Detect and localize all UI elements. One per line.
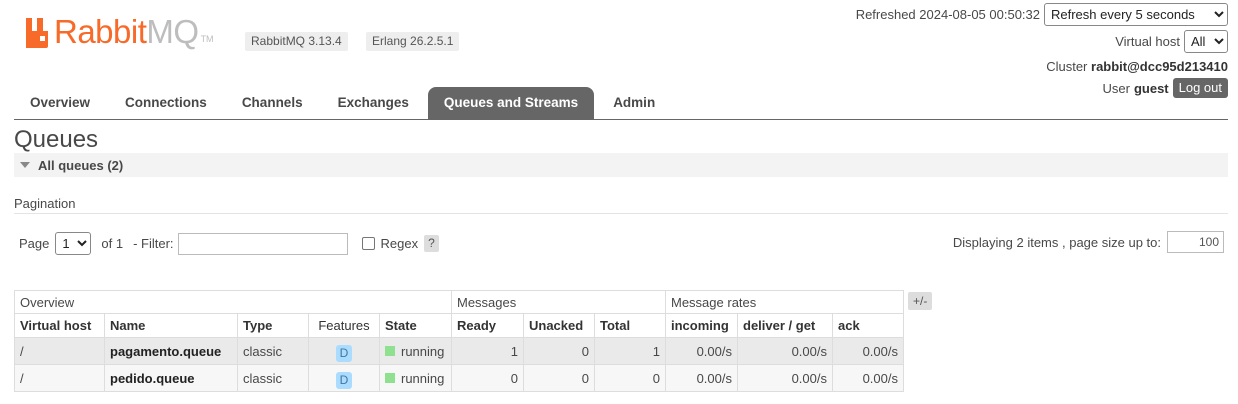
- rabbitmq-logo-icon: [26, 18, 52, 48]
- pagination-divider: [14, 213, 1228, 214]
- erlang-version-badge: Erlang 26.2.5.1: [366, 32, 460, 51]
- durable-feature-badge: D: [335, 371, 353, 389]
- cluster-name: rabbit@dcc95d213410: [1091, 59, 1228, 74]
- cell-ack: 0.00/s: [832, 364, 904, 392]
- group-header-overview: Overview: [14, 290, 452, 314]
- group-header-messages: Messages: [451, 290, 666, 314]
- durable-feature-badge: D: [335, 344, 353, 362]
- regex-label: Regex: [380, 236, 419, 251]
- main-nav-tabs: Overview Connections Channels Exchanges …: [14, 87, 674, 119]
- group-header-message-rates: Message rates: [665, 290, 904, 314]
- user-name: guest: [1133, 80, 1169, 96]
- queue-name-link[interactable]: pedido.queue: [104, 364, 238, 392]
- table-row: / pedido.queue classic D running 0 0 0 0…: [14, 364, 904, 392]
- col-virtual-host[interactable]: Virtual host: [14, 313, 105, 338]
- col-deliver-get[interactable]: deliver / get: [737, 313, 833, 338]
- cell-features: D: [308, 364, 380, 392]
- state-label: running: [401, 343, 445, 359]
- cell-ack: 0.00/s: [832, 337, 904, 365]
- toggle-columns-button[interactable]: +/-: [908, 292, 933, 310]
- logo-trademark: TM: [200, 34, 214, 44]
- page-size-controls: Displaying 2 items , page size up to: 10…: [953, 231, 1224, 253]
- col-ack[interactable]: ack: [832, 313, 904, 338]
- pagination-heading: Pagination: [14, 196, 76, 211]
- page-label: Page: [19, 236, 50, 251]
- page-count-label: of 1: [101, 236, 124, 251]
- queue-name-link[interactable]: pagamento.queue: [104, 337, 238, 365]
- filter-input[interactable]: [177, 232, 348, 255]
- col-features[interactable]: Features: [308, 313, 380, 338]
- filter-label: - Filter:: [133, 236, 174, 251]
- cluster-label: Cluster: [1046, 59, 1088, 74]
- user-label: User: [1102, 80, 1130, 96]
- cell-ready: 0: [451, 364, 524, 392]
- all-queues-section-toggle[interactable]: All queues (2): [14, 153, 1228, 177]
- tab-queues-and-streams[interactable]: Queues and Streams: [427, 87, 595, 119]
- tab-overview[interactable]: Overview: [14, 87, 106, 119]
- cell-features: D: [308, 337, 380, 365]
- user-info: User guest Log out: [1102, 78, 1228, 98]
- cell-incoming: 0.00/s: [665, 364, 738, 392]
- page-title: Queues: [14, 126, 99, 153]
- tab-admin[interactable]: Admin: [597, 87, 671, 119]
- virtual-host-selector: Virtual host All: [1115, 30, 1228, 53]
- page-select[interactable]: 1: [55, 232, 92, 255]
- table-row: / pagamento.queue classic D running 1 0 …: [14, 337, 904, 365]
- col-total[interactable]: Total: [594, 313, 666, 338]
- cell-deliver-get: 0.00/s: [737, 337, 833, 365]
- state-label: running: [401, 370, 445, 386]
- tab-connections[interactable]: Connections: [109, 87, 223, 119]
- running-status-icon: [385, 373, 395, 383]
- cell-type: classic: [237, 337, 309, 365]
- cell-ready: 1: [451, 337, 524, 365]
- refreshed-timestamp: Refreshed 2024-08-05 00:50:32: [855, 7, 1040, 22]
- rabbitmq-logo[interactable]: RabbitMQ TM: [26, 14, 214, 48]
- displaying-label: Displaying 2 items , page size up to:: [952, 234, 1161, 250]
- logo-wordmark: RabbitMQ: [54, 13, 199, 50]
- col-unacked[interactable]: Unacked: [523, 313, 595, 338]
- page-size-input[interactable]: 100: [1167, 231, 1224, 253]
- regex-help-button[interactable]: ?: [424, 235, 439, 252]
- cell-type: classic: [237, 364, 309, 392]
- cell-unacked: 0: [523, 364, 595, 392]
- tab-divider: [14, 119, 1228, 120]
- refresh-controls: Refreshed 2024-08-05 00:50:32 Refresh ev…: [856, 3, 1228, 26]
- cell-vhost: /: [14, 364, 105, 392]
- cell-state: running: [379, 364, 452, 392]
- cluster-info: Cluster rabbit@dcc95d213410: [1046, 59, 1228, 74]
- col-type[interactable]: Type: [237, 313, 309, 338]
- collapse-triangle-icon: [20, 162, 30, 168]
- tab-channels[interactable]: Channels: [226, 87, 319, 119]
- all-queues-title: All queues (2): [38, 157, 124, 173]
- queues-table: Overview Messages Message rates Virtual …: [14, 290, 904, 392]
- virtual-host-label: Virtual host: [1115, 34, 1180, 49]
- cell-total: 1: [594, 337, 666, 365]
- cell-incoming: 0.00/s: [665, 337, 738, 365]
- col-incoming[interactable]: incoming: [665, 313, 738, 338]
- cell-deliver-get: 0.00/s: [737, 364, 833, 392]
- col-name[interactable]: Name: [104, 313, 238, 338]
- pagination-controls: Page 1 of 1 - Filter: Regex ?: [19, 232, 439, 255]
- running-status-icon: [385, 346, 395, 356]
- cell-state: running: [379, 337, 452, 365]
- cell-total: 0: [594, 364, 666, 392]
- logout-button[interactable]: Log out: [1172, 78, 1228, 98]
- cell-unacked: 0: [523, 337, 595, 365]
- col-ready[interactable]: Ready: [451, 313, 524, 338]
- virtual-host-select[interactable]: All: [1184, 30, 1228, 53]
- rabbitmq-version-badge: RabbitMQ 3.13.4: [245, 32, 348, 51]
- refresh-interval-select[interactable]: Refresh every 5 seconds: [1044, 3, 1228, 26]
- tab-exchanges[interactable]: Exchanges: [322, 87, 425, 119]
- col-state[interactable]: State: [379, 313, 452, 338]
- cell-vhost: /: [14, 337, 105, 365]
- regex-checkbox[interactable]: [361, 237, 375, 250]
